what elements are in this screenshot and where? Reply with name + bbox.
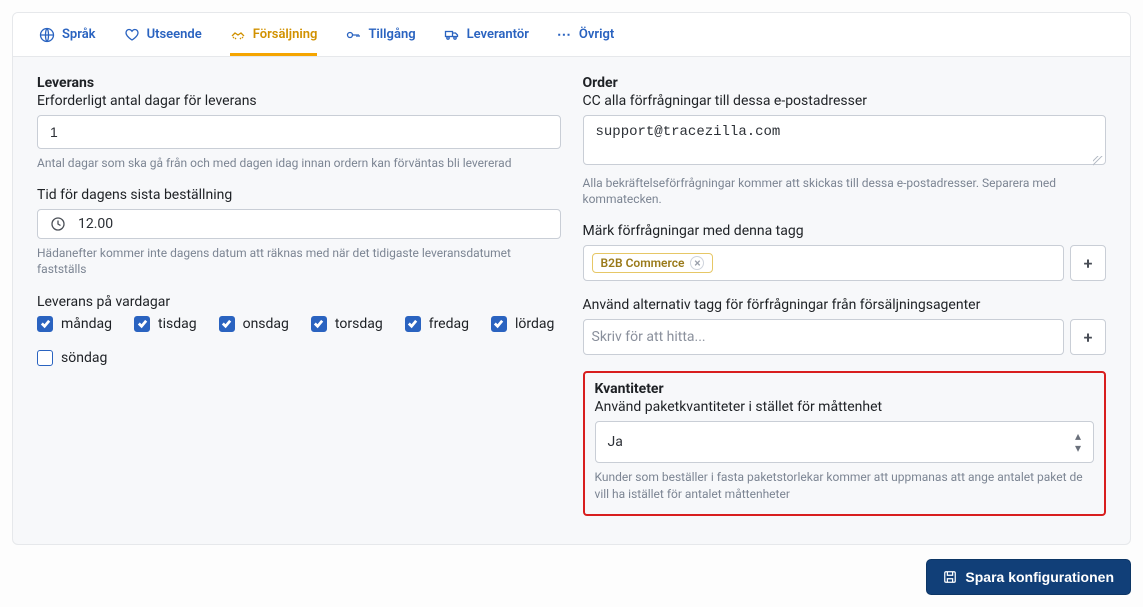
quantities-value: Ja [608, 434, 623, 450]
page-footer: Spara konfigurationen [12, 559, 1131, 595]
tab-bar: Språk Utseende Försäljning Tillgång Leve… [13, 13, 1130, 57]
weekday-label: torsdag [335, 316, 383, 332]
alt-tag-placeholder: Skriv för att hitta... [592, 329, 706, 345]
tab-access[interactable]: Tillgång [345, 13, 415, 56]
tag-input[interactable]: B2B Commerce × [583, 245, 1065, 281]
remove-tag-icon[interactable]: × [690, 256, 704, 270]
tab-label: Utseende [147, 27, 202, 42]
weekday-checkbox-fredag[interactable]: fredag [405, 316, 469, 332]
tab-appearance[interactable]: Utseende [124, 13, 202, 56]
checkbox-icon [219, 316, 235, 332]
quantities-select[interactable]: Ja ▴▾ [595, 421, 1095, 463]
weekday-label: tisdag [158, 316, 197, 332]
alt-tag-input[interactable]: Skriv för att hitta... [583, 319, 1065, 355]
cutoff-help: Hädanefter kommer inte dagens datum att … [37, 245, 561, 277]
tag-chip-label: B2B Commerce [601, 256, 685, 270]
heart-icon [124, 27, 140, 43]
weekday-label: söndag [61, 350, 107, 366]
quantities-section: Kvantiteter Använd paketkvantiteter i st… [583, 371, 1107, 515]
ellipsis-icon: ⋯ [557, 27, 572, 43]
clock-icon [50, 216, 66, 232]
weekday-label: fredag [429, 316, 469, 332]
chevron-updown-icon: ▴▾ [1075, 430, 1081, 454]
tab-language[interactable]: Språk [39, 13, 96, 56]
tab-other[interactable]: ⋯ Övrigt [557, 13, 614, 56]
tab-label: Övrigt [579, 27, 614, 42]
order-heading: Order [583, 75, 1107, 91]
cc-label: CC alla förfrågningar till dessa e-posta… [583, 93, 1107, 109]
weekday-row: måndag tisdag onsdag torsdag fredag lördag sön… [37, 316, 561, 366]
delivery-heading: Leverans [37, 75, 561, 91]
save-button[interactable]: Spara konfigurationen [926, 559, 1131, 595]
checkbox-icon [37, 316, 53, 332]
cc-textarea[interactable] [583, 115, 1107, 165]
tag-label: Märk förfrågningar med denna tagg [583, 223, 1107, 239]
save-button-label: Spara konfigurationen [965, 569, 1114, 585]
globe-icon [39, 27, 55, 43]
checkbox-icon [311, 316, 327, 332]
days-label: Erforderligt antal dagar för leverans [37, 93, 561, 109]
weekday-checkbox-tisdag[interactable]: tisdag [134, 316, 197, 332]
quantities-label: Använd paketkvantiteter i stället för må… [595, 399, 1095, 415]
save-icon [943, 570, 957, 584]
quantities-help: Kunder som beställer i fasta paketstorle… [595, 469, 1095, 501]
cc-help: Alla bekräftelseförfrågningar kommer att… [583, 175, 1107, 207]
quantities-heading: Kvantiteter [595, 381, 1095, 397]
tab-label: Leverantör [467, 27, 529, 42]
key-icon [345, 27, 361, 43]
left-column: Leverans Erforderligt antal dagar för le… [37, 75, 561, 516]
weekday-checkbox-onsdag[interactable]: onsdag [219, 316, 289, 332]
tab-label: Tillgång [368, 27, 415, 42]
tab-label: Försäljning [253, 27, 318, 42]
weekday-checkbox-torsdag[interactable]: torsdag [311, 316, 383, 332]
weekday-label: onsdag [243, 316, 289, 332]
settings-panel: Språk Utseende Försäljning Tillgång Leve… [12, 12, 1131, 545]
checkbox-icon [491, 316, 507, 332]
handshake-icon [230, 27, 246, 43]
weekday-checkbox-lördag[interactable]: lördag [491, 316, 554, 332]
weekdays-label: Leverans på vardagar [37, 294, 561, 310]
cutoff-value: 12.00 [78, 216, 113, 232]
tag-chip: B2B Commerce × [592, 253, 714, 273]
checkbox-icon [134, 316, 150, 332]
tab-label: Språk [62, 27, 96, 42]
right-column: Order CC alla förfrågningar till dessa e… [583, 75, 1107, 516]
checkbox-icon [37, 350, 53, 366]
alt-tag-label: Använd alternativ tagg för förfrågningar… [583, 297, 1107, 313]
truck-icon [444, 27, 460, 43]
days-help: Antal dagar som ska gå från och med dage… [37, 155, 561, 171]
weekday-checkbox-söndag[interactable]: söndag [37, 350, 107, 366]
weekday-checkbox-måndag[interactable]: måndag [37, 316, 112, 332]
cutoff-label: Tid för dagens sista beställning [37, 187, 561, 203]
weekday-label: måndag [61, 316, 112, 332]
tab-supplier[interactable]: Leverantör [444, 13, 529, 56]
content-area: Leverans Erforderligt antal dagar för le… [13, 57, 1130, 544]
weekday-label: lördag [515, 316, 554, 332]
tab-sales[interactable]: Försäljning [230, 13, 318, 56]
add-tag-button[interactable]: + [1070, 245, 1106, 281]
add-alt-tag-button[interactable]: + [1070, 319, 1106, 355]
cutoff-input[interactable]: 12.00 [37, 209, 561, 239]
checkbox-icon [405, 316, 421, 332]
days-input[interactable] [37, 115, 561, 149]
